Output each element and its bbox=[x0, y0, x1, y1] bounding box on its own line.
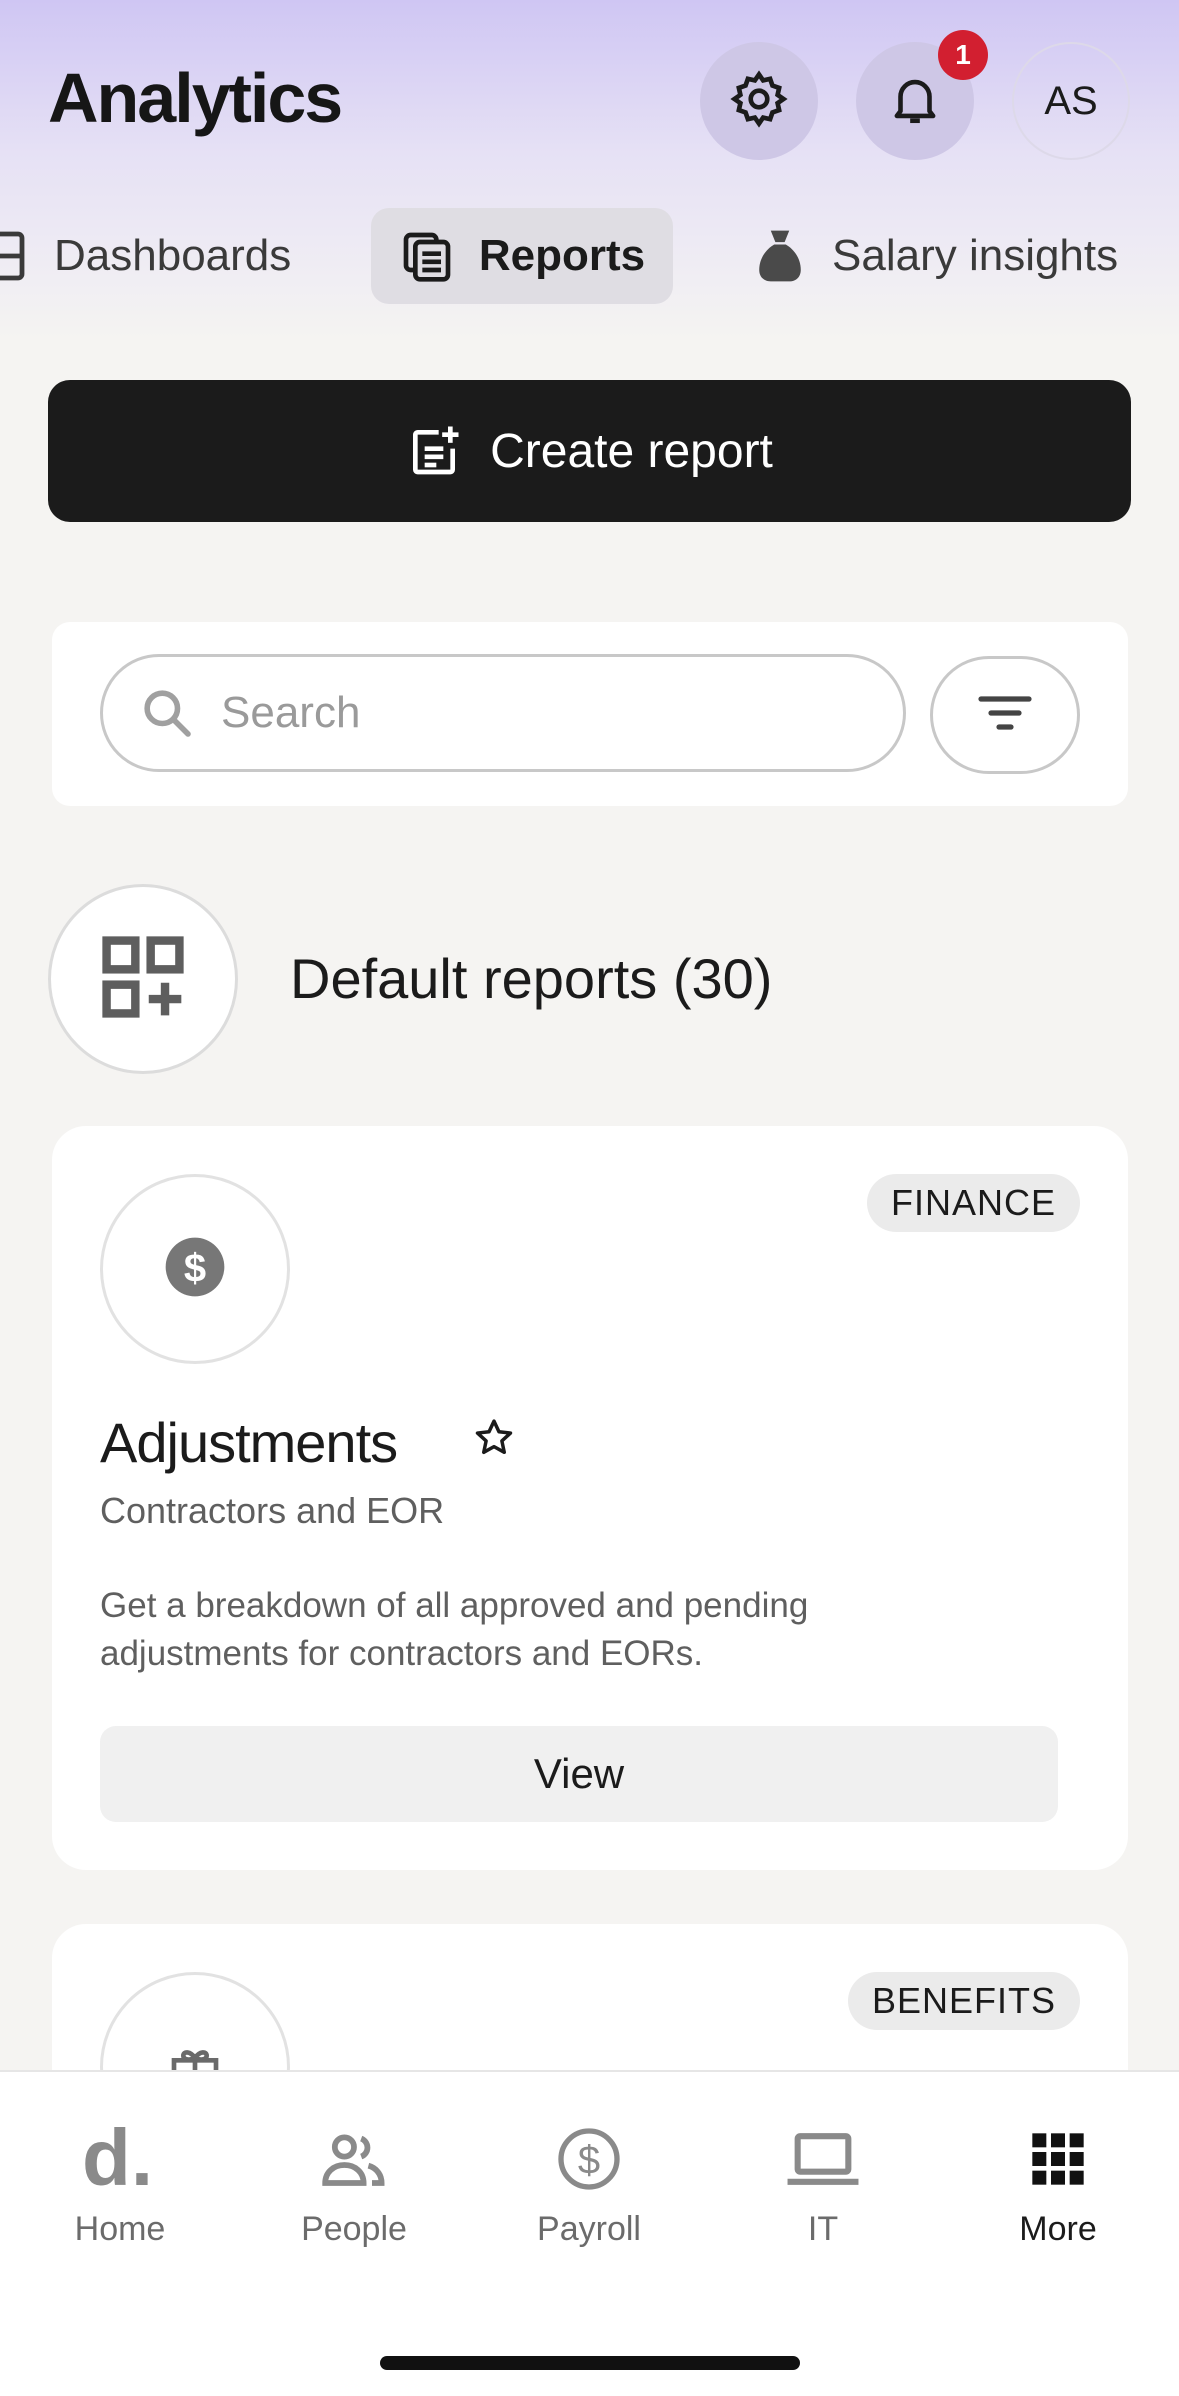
create-report-button[interactable]: Create report bbox=[48, 380, 1131, 522]
section-icon-container bbox=[48, 884, 238, 1074]
section-title: Default reports (30) bbox=[290, 947, 773, 1010]
nav-item-it[interactable]: IT bbox=[723, 2122, 923, 2252]
search-field[interactable] bbox=[100, 654, 906, 772]
category-tag: FINANCE bbox=[866, 1174, 1080, 1232]
tab-bar: Dashboards Reports Salary insights bbox=[0, 208, 1179, 304]
search-panel bbox=[52, 622, 1128, 806]
nav-label: Home bbox=[74, 2210, 166, 2248]
reports-icon bbox=[399, 227, 455, 285]
tab-label: Salary insights bbox=[832, 231, 1119, 280]
tab-label: Reports bbox=[478, 231, 646, 280]
report-subtitle: Contractors and EOR bbox=[100, 1490, 445, 1531]
report-card: $ FINANCE Adjustments Contractors and EO… bbox=[52, 1126, 1128, 1870]
card-icon-container: $ bbox=[100, 1174, 290, 1364]
home-indicator bbox=[380, 2356, 800, 2370]
nav-label: IT bbox=[807, 2210, 839, 2248]
apps-add-icon bbox=[97, 931, 189, 1028]
svg-text:d.: d. bbox=[82, 2127, 153, 2191]
add-document-icon bbox=[406, 423, 462, 479]
nav-label: More bbox=[1019, 2210, 1097, 2248]
home-logo-icon: d. bbox=[82, 2122, 158, 2196]
tab-label: Dashboards bbox=[54, 231, 292, 280]
people-icon bbox=[318, 2122, 390, 2196]
view-button[interactable]: View bbox=[100, 1726, 1058, 1822]
tab-salary-insights[interactable]: Salary insights bbox=[752, 208, 1118, 304]
bottom-navigation: d. Home People $ Payroll IT More bbox=[0, 2070, 1179, 2396]
nav-item-payroll[interactable]: $ Payroll bbox=[489, 2122, 689, 2252]
svg-text:$: $ bbox=[184, 1246, 206, 1290]
search-icon bbox=[139, 685, 195, 741]
avatar[interactable]: AS bbox=[1012, 42, 1130, 160]
gear-icon bbox=[728, 68, 790, 135]
tab-reports[interactable]: Reports bbox=[371, 208, 673, 304]
create-report-label: Create report bbox=[490, 424, 773, 478]
search-input[interactable] bbox=[221, 688, 821, 738]
default-reports-section-header: Default reports (30) bbox=[48, 884, 1131, 1074]
grid-icon bbox=[1030, 2122, 1086, 2196]
bell-icon bbox=[886, 70, 944, 133]
nav-label: Payroll bbox=[537, 2210, 641, 2248]
dashboard-icon bbox=[0, 228, 30, 284]
nav-label: People bbox=[301, 2210, 407, 2248]
svg-text:$: $ bbox=[578, 2139, 600, 2183]
filter-icon bbox=[977, 693, 1033, 738]
nav-item-more[interactable]: More bbox=[958, 2122, 1158, 2252]
settings-button[interactable] bbox=[700, 42, 818, 160]
star-icon[interactable] bbox=[472, 1416, 516, 1460]
app-header: Analytics 1 AS bbox=[0, 0, 1179, 200]
money-bag-icon bbox=[752, 226, 808, 286]
page-title: Analytics bbox=[48, 59, 343, 137]
filter-button[interactable] bbox=[930, 656, 1080, 774]
nav-item-home[interactable]: d. Home bbox=[20, 2122, 220, 2252]
payroll-icon: $ bbox=[557, 2122, 621, 2196]
dollar-icon: $ bbox=[163, 1235, 227, 1304]
tab-dashboards[interactable]: Dashboards bbox=[0, 208, 291, 304]
notification-badge: 1 bbox=[938, 30, 988, 80]
laptop-icon bbox=[785, 2122, 861, 2196]
nav-item-people[interactable]: People bbox=[254, 2122, 454, 2252]
report-description: Get a breakdown of all approved and pend… bbox=[100, 1586, 809, 1673]
report-title: Adjustments bbox=[100, 1411, 398, 1474]
category-tag: BENEFITS bbox=[847, 1972, 1080, 2030]
